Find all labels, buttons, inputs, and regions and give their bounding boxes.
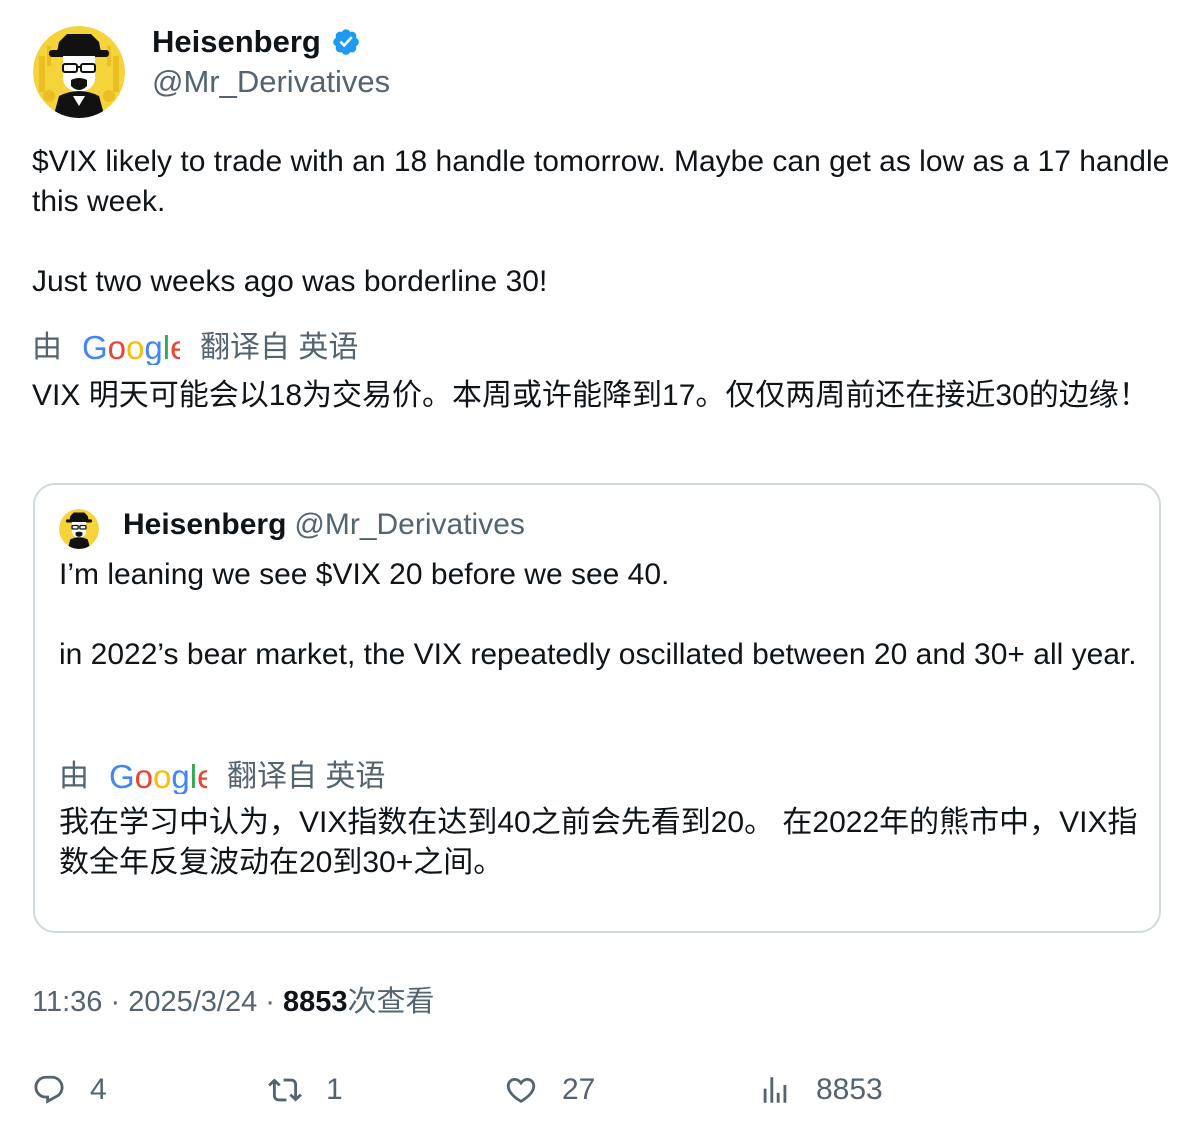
heisenberg-avatar-icon (59, 509, 99, 549)
translate-suffix: 翻译自 英语 (200, 331, 359, 364)
retweet-count: 1 (326, 1073, 343, 1106)
views-count: 8853 (283, 986, 348, 1018)
translation-attribution: 由 Google 翻译自 英语 (32, 328, 358, 368)
heart-icon (506, 1077, 536, 1103)
like-button[interactable]: 27 (504, 1068, 595, 1112)
verified-badge-icon (333, 29, 359, 55)
translate-prefix: 由 (59, 760, 89, 793)
retweet-icon (268, 1078, 302, 1102)
heisenberg-avatar-icon (33, 26, 125, 118)
views-action-count: 8853 (816, 1073, 883, 1106)
action-bar: 4 1 27 8853 (0, 1068, 1196, 1112)
tweet-meta: 11:36 · 2025/3/24 · 8853次查看 (32, 982, 435, 1022)
translate-suffix: 翻译自 英语 (227, 760, 386, 793)
quoted-translation-attribution: 由 Google 翻译自 英语 (59, 757, 385, 797)
quoted-tweet-card[interactable]: Heisenberg @Mr_Derivatives I’m leaning we… (33, 483, 1161, 933)
translate-prefix: 由 (32, 331, 62, 364)
tweet-time[interactable]: 11:36 (32, 986, 102, 1018)
google-logo-icon: Google (109, 760, 207, 794)
retweet-button[interactable]: 1 (268, 1068, 343, 1112)
like-count: 27 (562, 1073, 596, 1106)
author-name-text: Heisenberg (152, 24, 321, 59)
tweet: Heisenberg @Mr_Derivatives $VIX likely t… (0, 0, 1196, 1136)
quoted-tweet-translated-text: 我在学习中认为，VIX指数在达到40之前会先看到20。 在2022年的熊市中，V… (59, 806, 1138, 879)
author-name[interactable]: Heisenberg (152, 22, 361, 62)
author-avatar[interactable] (33, 26, 125, 118)
tweet-translated-text: VIX 明天可能会以18为交易价。本周或许能降到17。仅仅两周前还在接近30的边… (32, 379, 1149, 412)
google-logo-letter: G (82, 331, 108, 365)
svg-text:Google: Google (82, 331, 180, 365)
tweet-text: $VIX likely to trade with an 18 handle t… (32, 145, 1170, 298)
tweet-date[interactable]: 2025/3/24 (128, 986, 257, 1018)
quoted-tweet-header: Heisenberg @Mr_Derivatives (123, 505, 525, 545)
quoted-author-name: Heisenberg (123, 508, 287, 541)
reply-icon (34, 1075, 64, 1104)
analytics-icon (763, 1077, 787, 1103)
meta-separator: · (265, 986, 275, 1018)
svg-text:Google: Google (109, 760, 207, 794)
views-label: 次查看 (347, 986, 435, 1018)
quoted-author-handle: @Mr_Derivatives (294, 508, 525, 541)
google-logo-icon: Google (82, 331, 180, 365)
meta-separator: · (110, 986, 121, 1018)
views-button[interactable]: 8853 (758, 1068, 883, 1112)
reply-count: 4 (90, 1073, 107, 1106)
reply-button[interactable]: 4 (32, 1068, 107, 1112)
quoted-tweet-text: I’m leaning we see $VIX 20 before we see… (59, 558, 1137, 671)
author-handle[interactable]: @Mr_Derivatives (152, 62, 390, 102)
quoted-author-avatar[interactable] (59, 509, 99, 549)
